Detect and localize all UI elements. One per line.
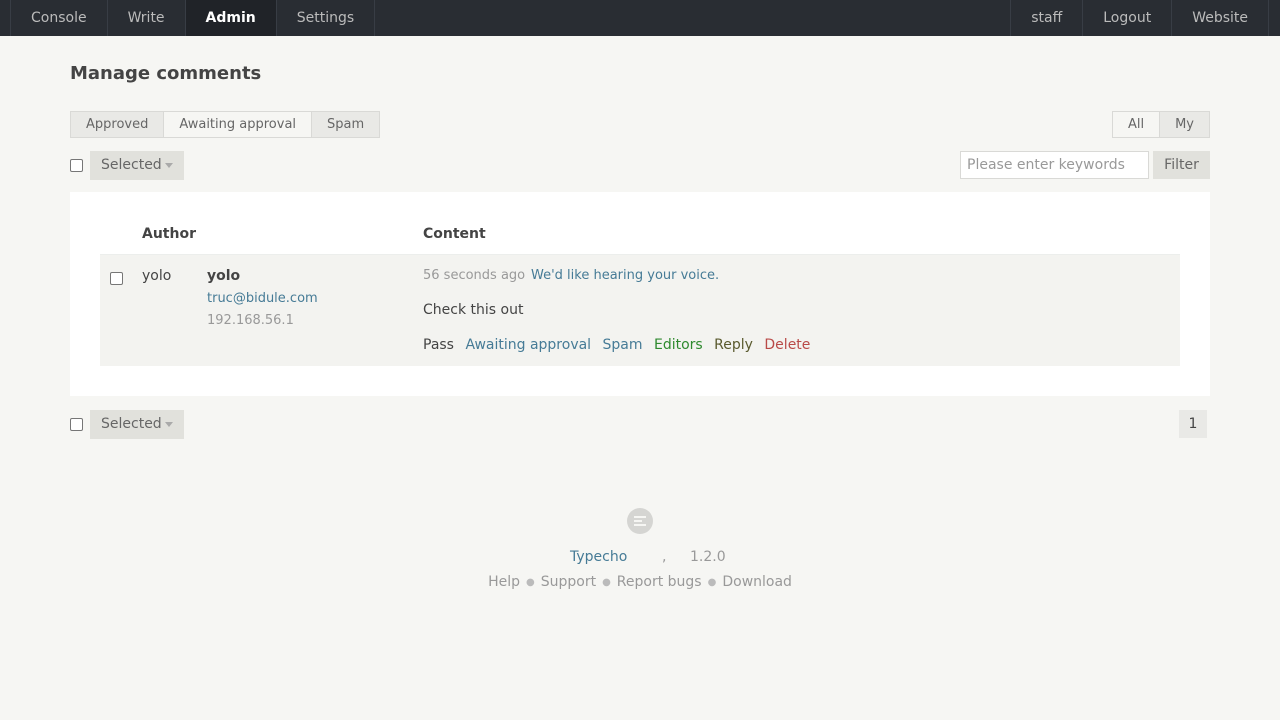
nav-write[interactable]: Write [108, 0, 186, 36]
footer-help-link[interactable]: Help [488, 574, 520, 590]
status-tabs: Approved Awaiting approval Spam [70, 111, 381, 138]
op-reply[interactable]: Reply [714, 337, 753, 353]
footer-report-bugs-link[interactable]: Report bugs [617, 574, 702, 590]
footer-brand-link[interactable]: Typecho [570, 549, 627, 565]
avatar: yolo [142, 268, 172, 284]
column-header-author: Author [142, 226, 196, 242]
nav-left: Console Write Admin Settings [10, 0, 376, 36]
nav-settings[interactable]: Settings [277, 0, 376, 36]
row-checkbox[interactable] [110, 272, 123, 285]
comment-text: Check this out [423, 302, 524, 318]
scope-tabs: All My [1111, 111, 1210, 138]
author-email-link[interactable]: truc@bidule.com [207, 291, 318, 306]
footer-download-link[interactable]: Download [722, 574, 792, 590]
footer-comma: , [662, 549, 667, 565]
comment-time: 56 seconds ago [423, 268, 526, 283]
page-title: Manage comments [70, 63, 262, 84]
separator-dot-icon: ● [602, 576, 611, 588]
nav-logout[interactable]: Logout [1083, 0, 1173, 36]
tab-approved[interactable]: Approved [71, 112, 165, 137]
op-delete[interactable]: Delete [764, 337, 810, 353]
nav-console[interactable]: Console [11, 0, 108, 36]
footer-support-link[interactable]: Support [541, 574, 596, 590]
tab-awaiting-approval[interactable]: Awaiting approval [164, 112, 313, 137]
comment-post-link[interactable]: We'd like hearing your voice. [531, 268, 719, 283]
column-header-content: Content [423, 226, 486, 242]
author-ip: 192.168.56.1 [207, 313, 294, 328]
separator-dot-icon: ● [707, 576, 717, 588]
nav-right: staff Logout Website [1010, 0, 1269, 36]
tab-spam[interactable]: Spam [312, 112, 380, 137]
bulk-action-dropdown[interactable]: Selected [90, 151, 184, 180]
bulk-action-label: Selected [101, 416, 162, 432]
nav-website[interactable]: Website [1172, 0, 1269, 36]
tab-my[interactable]: My [1160, 112, 1209, 137]
footer-links: Help ● Support ● Report bugs ● Download [0, 574, 1280, 590]
chevron-down-icon [164, 162, 173, 168]
separator-dot-icon: ● [525, 576, 535, 588]
top-navigation: Console Write Admin Settings staff Logou… [0, 0, 1280, 36]
search-input[interactable] [960, 151, 1149, 179]
select-all-checkbox[interactable] [70, 159, 83, 172]
op-spam[interactable]: Spam [603, 337, 643, 353]
filter-button[interactable]: Filter [1153, 151, 1210, 179]
op-edit[interactable]: Editors [654, 337, 703, 353]
tab-all[interactable]: All [1112, 112, 1161, 137]
typecho-logo-icon [627, 508, 653, 534]
footer-version-number: 1.2.0 [690, 549, 726, 565]
nav-profile-staff[interactable]: staff [1011, 0, 1084, 36]
select-all-checkbox-bottom[interactable] [70, 418, 83, 431]
pagination-current[interactable]: 1 [1179, 410, 1207, 438]
author-name: yolo [207, 268, 241, 284]
comment-operations: Pass Awaiting approval Spam Editors Repl… [423, 337, 817, 353]
chevron-down-icon [164, 421, 173, 427]
nav-admin[interactable]: Admin [185, 0, 277, 36]
op-pass[interactable]: Pass [423, 337, 454, 353]
bulk-action-dropdown-bottom[interactable]: Selected [90, 410, 184, 439]
op-awaiting-approval[interactable]: Awaiting approval [465, 337, 591, 353]
bulk-action-label: Selected [101, 157, 162, 173]
